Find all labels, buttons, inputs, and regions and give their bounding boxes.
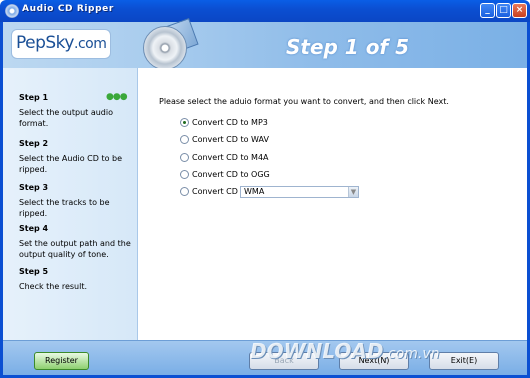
watermark-suffix: .com.vn	[383, 346, 440, 362]
format-select-value: WMA	[244, 187, 265, 196]
chevron-down-icon[interactable]: ▼	[348, 187, 358, 197]
main-panel: Please select the aduio format you want …	[139, 68, 527, 340]
maximize-button[interactable]: □	[496, 3, 511, 18]
sidebar-step-1: Step 1 Select the output audio format.	[19, 93, 137, 129]
format-select[interactable]: WMA ▼	[240, 186, 359, 198]
radio-m4a[interactable]	[180, 152, 189, 162]
watermark: DOWNLOAD.com.vn	[250, 339, 439, 363]
steps-sidebar: ●●● Step 1 Select the output audio forma…	[3, 68, 138, 340]
sidebar-step-2: Step 2 Select the Audio CD to be ripped.	[19, 139, 137, 175]
window-title: Audio CD Ripper	[22, 4, 114, 14]
minimize-button[interactable]: _	[480, 3, 495, 18]
logo-text: PepSky	[16, 33, 75, 53]
step-label: Step 3	[19, 183, 49, 192]
app-cd-icon	[5, 4, 19, 18]
exit-button[interactable]: Exit(E)	[429, 352, 499, 370]
step-label: Step 4	[19, 224, 49, 233]
sidebar-step-3: Step 3 Select the tracks to be ripped.	[19, 183, 137, 219]
step-label: Step 2	[19, 139, 49, 148]
radio-mp3[interactable]	[180, 117, 189, 127]
step-desc: Set the output path and the output quali…	[19, 239, 131, 259]
logo-suffix: .com	[74, 36, 107, 52]
watermark-text: DOWNLOAD	[250, 339, 384, 363]
option-mp3[interactable]: Convert CD to MP3	[180, 116, 268, 128]
sidebar-step-5: Step 5 Check the result.	[19, 267, 137, 292]
option-label: Convert CD to OGG	[192, 169, 270, 179]
radio-wav[interactable]	[180, 134, 189, 144]
pepsky-logo: PepSky.com	[11, 29, 111, 59]
header-banner: PepSky.com Step 1 of 5	[3, 18, 527, 70]
option-ogg[interactable]: Convert CD to OGG	[180, 168, 270, 180]
step-desc: Select the Audio CD to be ripped.	[19, 154, 123, 174]
radio-ogg[interactable]	[180, 169, 189, 179]
step-desc: Select the tracks to be ripped.	[19, 198, 110, 218]
title-bar: Audio CD Ripper _ □ ×	[0, 0, 530, 22]
option-label: Convert CD to M4A	[192, 152, 269, 162]
step-desc: Check the result.	[19, 282, 87, 291]
step-desc: Select the output audio format.	[19, 108, 113, 128]
close-button[interactable]: ×	[512, 3, 527, 18]
sidebar-step-4: Step 4 Set the output path and the outpu…	[19, 224, 137, 260]
radio-other[interactable]	[180, 186, 189, 196]
instruction-text: Please select the aduio format you want …	[159, 97, 449, 106]
step-label: Step 1	[19, 93, 49, 102]
step-title: Step 1 of 5	[286, 35, 410, 59]
option-m4a[interactable]: Convert CD to M4A	[180, 151, 269, 163]
cd-disc-icon	[143, 26, 187, 70]
step-label: Step 5	[19, 267, 49, 276]
option-wav[interactable]: Convert CD to WAV	[180, 133, 269, 145]
option-label: Convert CD to WAV	[192, 134, 269, 144]
option-label: Convert CD to MP3	[192, 117, 268, 127]
option-other[interactable]: Convert CD to	[180, 185, 249, 197]
register-button[interactable]: Register	[34, 352, 89, 370]
